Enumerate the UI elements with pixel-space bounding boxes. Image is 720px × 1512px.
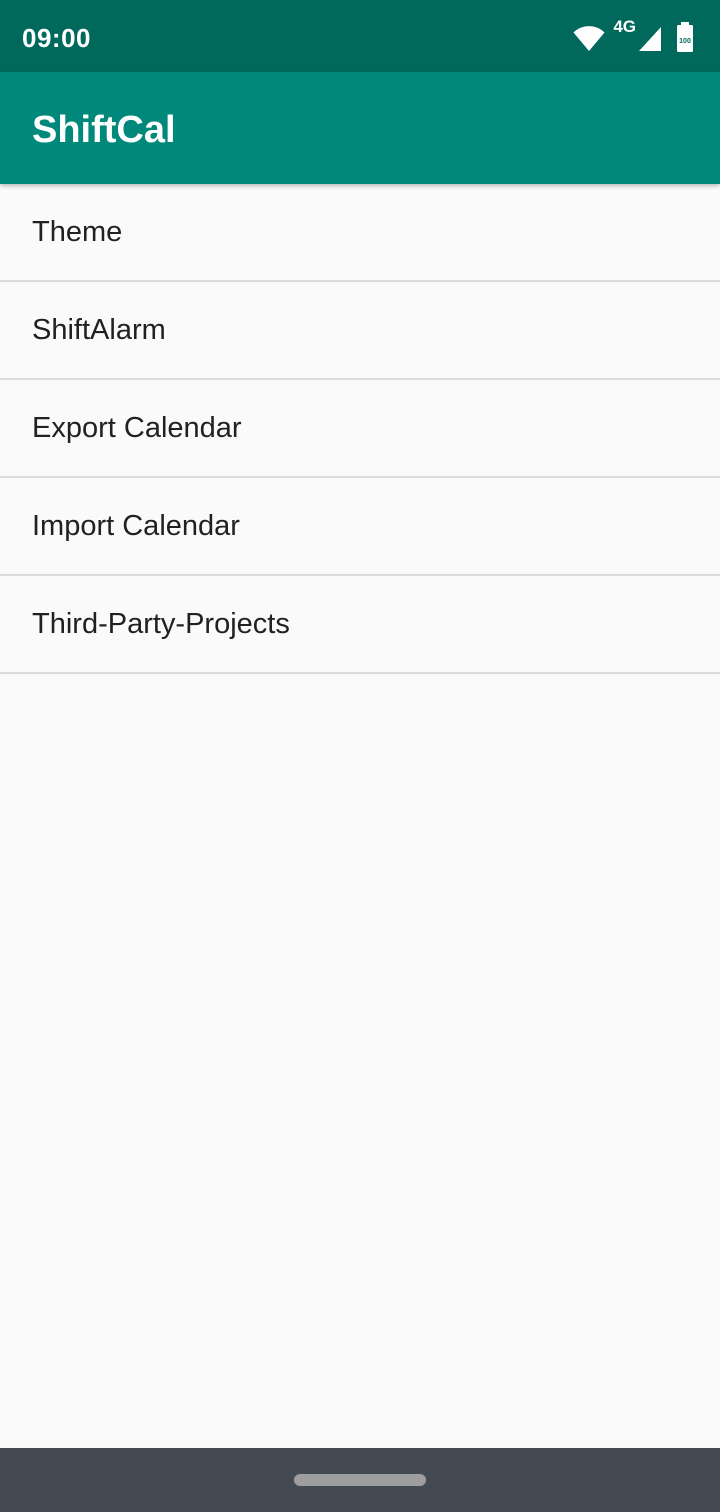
settings-item-third-party-projects[interactable]: Third-Party-Projects	[0, 576, 720, 674]
settings-item-label: Export Calendar	[32, 411, 242, 444]
battery-level: 100	[679, 38, 691, 45]
signal-icon	[639, 27, 661, 51]
home-gesture-pill[interactable]	[294, 1474, 426, 1486]
network-type-label: 4G	[613, 17, 636, 36]
app-title: ShiftCal	[32, 109, 176, 151]
wifi-icon	[573, 26, 605, 51]
settings-item-label: Import Calendar	[32, 509, 240, 542]
settings-item-import-calendar[interactable]: Import Calendar	[0, 478, 720, 576]
navigation-bar	[0, 1448, 720, 1512]
settings-list: Theme ShiftAlarm Export Calendar Import …	[0, 184, 720, 674]
status-time: 09:00	[22, 23, 91, 53]
settings-item-label: Theme	[32, 215, 123, 248]
status-bar: 09:00 4G 100	[0, 0, 720, 72]
status-icons: 4G 100	[573, 18, 694, 52]
settings-item-label: ShiftAlarm	[32, 313, 166, 346]
app-bar: ShiftCal	[0, 72, 720, 184]
battery-icon: 100	[677, 22, 693, 52]
settings-item-theme[interactable]: Theme	[0, 184, 720, 282]
settings-item-label: Third-Party-Projects	[32, 607, 290, 640]
settings-item-export-calendar[interactable]: Export Calendar	[0, 380, 720, 478]
settings-item-shiftalarm[interactable]: ShiftAlarm	[0, 282, 720, 380]
